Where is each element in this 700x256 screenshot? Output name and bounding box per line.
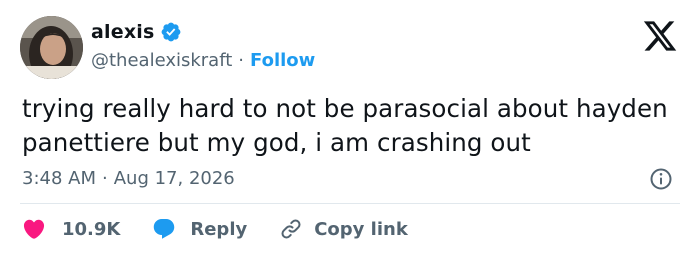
divider — [20, 203, 680, 204]
copy-link-button[interactable]: Copy link — [279, 217, 408, 241]
author-handle-row: @thealexiskraft · Follow — [91, 47, 315, 73]
tweet-text: trying really hard to not be parasocial … — [22, 94, 668, 157]
action-bar: 10.9K Reply Copy link — [22, 214, 408, 244]
author-name-row: alexis — [91, 18, 182, 46]
reply-label: Reply — [190, 218, 248, 240]
avatar[interactable] — [20, 16, 83, 79]
handle-separator: · — [238, 49, 245, 71]
reply-bubble-icon — [152, 217, 176, 241]
heart-icon — [22, 217, 46, 241]
author-handle[interactable]: @thealexiskraft — [91, 50, 232, 71]
follow-button[interactable]: Follow — [250, 50, 315, 71]
tweet-card: alexis @thealexiskraft · Follow trying r… — [0, 0, 700, 256]
link-icon — [279, 217, 303, 241]
timestamp-separator: · — [102, 167, 108, 189]
tweet-time[interactable]: 3:48 AM — [22, 168, 96, 189]
avatar-photo — [20, 16, 83, 79]
author-display-name[interactable]: alexis — [91, 21, 155, 43]
info-icon[interactable] — [649, 167, 673, 191]
reply-button[interactable]: Reply — [152, 217, 247, 241]
tweet-timestamp-row[interactable]: 3:48 AM · Aug 17, 2026 — [22, 164, 235, 192]
like-button[interactable]: 10.9K — [22, 217, 120, 241]
like-count: 10.9K — [62, 218, 121, 240]
tweet-date[interactable]: Aug 17, 2026 — [114, 168, 235, 189]
x-logo-icon[interactable] — [641, 18, 679, 54]
copy-link-label: Copy link — [314, 218, 408, 240]
verified-badge-icon — [160, 21, 182, 43]
